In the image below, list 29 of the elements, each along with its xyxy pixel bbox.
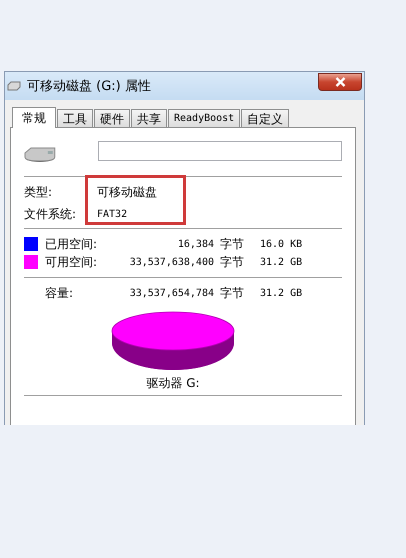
tab[interactable]: ReadyBoost: [168, 109, 240, 127]
close-button[interactable]: [318, 73, 362, 91]
unit-label: 字节: [220, 236, 245, 252]
name-field[interactable]: [98, 141, 342, 161]
field-value: 可移动磁盘: [97, 184, 157, 200]
tab[interactable]: 常规: [12, 107, 56, 128]
drive-label: 驱动器 G:: [146, 376, 200, 390]
byte-count: 33,537,654,784: [128, 288, 214, 298]
space-label: 可用空间:: [45, 254, 98, 270]
close-icon: [334, 77, 346, 87]
field-label: 文件系统:: [24, 206, 78, 222]
size-value: 31.2 GB: [260, 288, 302, 298]
drive-icon: [7, 81, 21, 91]
byte-count: 16,384: [176, 238, 214, 250]
unit-label: 字节: [220, 284, 245, 302]
space-label: 已用空间:: [45, 236, 98, 252]
field-value: FAT32: [97, 208, 128, 220]
tab[interactable]: 硬件: [94, 109, 130, 127]
tab[interactable]: 自定义: [241, 109, 290, 127]
field-label: 类型:: [24, 184, 54, 200]
tab[interactable]: 共享: [131, 109, 167, 127]
unit-label: 字节: [220, 254, 245, 270]
byte-count: 33,537,638,400: [128, 256, 214, 268]
size-value: 16.0 KB: [260, 238, 302, 250]
size-value: 31.2 GB: [260, 256, 302, 268]
tab[interactable]: 工具: [57, 109, 93, 127]
space-label: 容量:: [45, 284, 74, 302]
window-title: 可移动磁盘 (G:) 属性: [27, 78, 151, 95]
usb-drive-icon: [24, 145, 56, 163]
